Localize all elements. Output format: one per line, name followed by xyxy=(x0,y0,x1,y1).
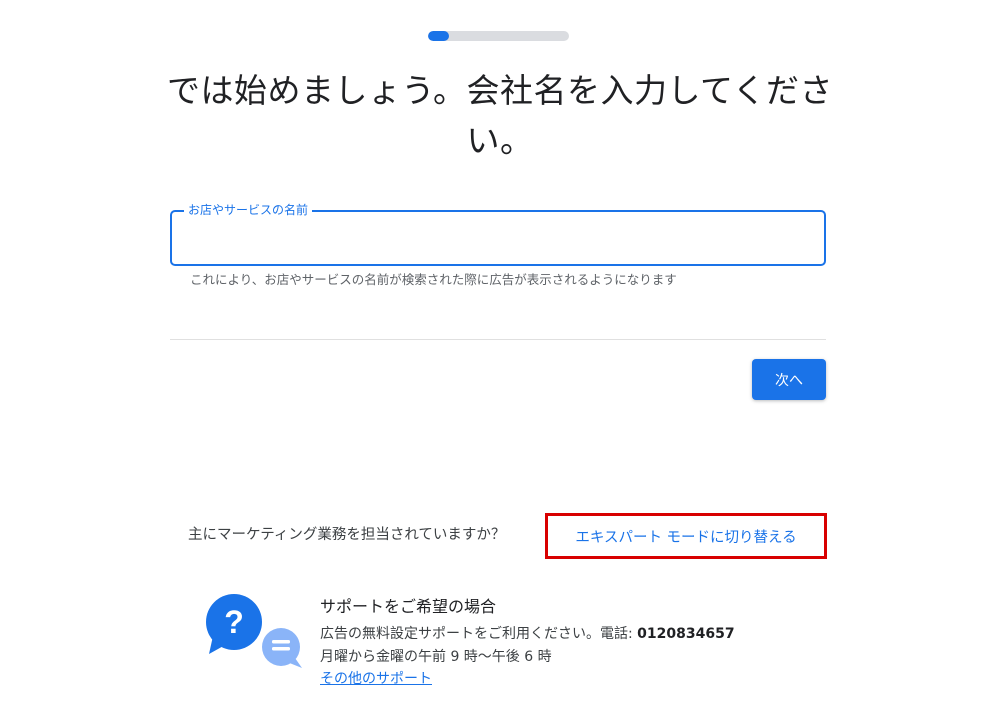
onboarding-page: では始めましょう。会社名を入力してください。 お店やサービスの名前 これにより、… xyxy=(0,0,1008,723)
business-name-label: お店やサービスの名前 xyxy=(184,202,313,218)
support-title: サポートをご希望の場合 xyxy=(320,597,497,616)
page-title: では始めましょう。会社名を入力してください。 xyxy=(166,71,834,160)
question-mark-glyph: ? xyxy=(224,604,244,640)
switch-to-expert-mode-label: エキスパート モードに切り替える xyxy=(575,529,797,546)
business-name-field[interactable]: お店やサービスの名前 xyxy=(170,202,826,266)
support-chat-icon: ? xyxy=(206,594,302,668)
next-button[interactable]: 次へ xyxy=(752,359,826,400)
switch-to-expert-mode-link[interactable]: エキスパート モードに切り替える xyxy=(545,513,827,559)
business-name-helper-text: これにより、お店やサービスの名前が検索された際に広告が表示されるようになります xyxy=(190,272,677,287)
divider xyxy=(170,339,826,340)
support-description-text: 広告の無料設定サポートをご利用ください。電話: xyxy=(320,626,638,642)
other-support-link[interactable]: その他のサポート xyxy=(320,669,432,689)
support-hours: 月曜から金曜の午前 9 時～午後 6 時 xyxy=(320,649,552,665)
support-phone-number: 0120834657 xyxy=(637,626,735,642)
business-name-input[interactable] xyxy=(186,224,806,252)
expert-mode-question: 主にマーケティング業務を担当されていますか？ xyxy=(188,527,506,543)
progress-bar xyxy=(428,31,569,41)
support-description: 広告の無料設定サポートをご利用ください。電話: 0120834657 xyxy=(320,624,735,644)
progress-bar-fill xyxy=(428,31,450,41)
